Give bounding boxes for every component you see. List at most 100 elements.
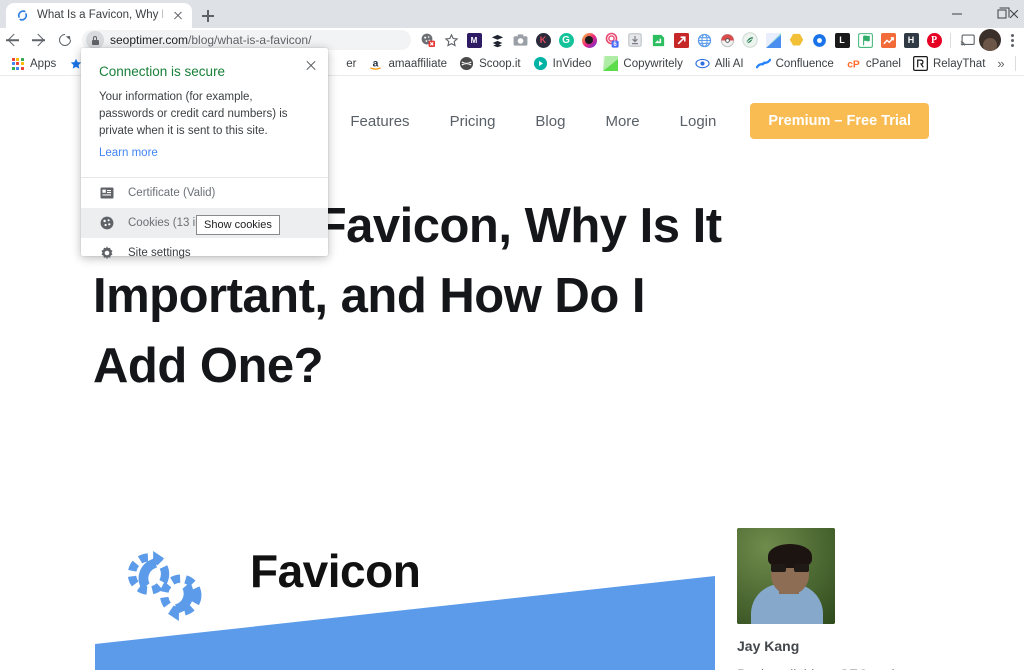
scoopit-icon <box>459 56 474 71</box>
back-button[interactable] <box>0 28 26 52</box>
alliai-icon <box>695 56 710 71</box>
show-cookies-tooltip: Show cookies <box>196 215 280 235</box>
bookmark-item-copywritely[interactable]: Copywritely <box>597 53 688 75</box>
bookmark-item-confluence[interactable]: Confluence <box>750 53 840 75</box>
cookie-editor-extension-icon[interactable] <box>417 29 439 51</box>
bookmarks-overflow-button[interactable]: » <box>991 56 1010 71</box>
instagram-extension-icon[interactable] <box>578 29 600 51</box>
tab-strip: What Is a Favicon, Why Is It Impo <box>0 0 1024 28</box>
bookmark-label: amaaffiliate <box>388 57 448 70</box>
bookmark-item-invideo[interactable]: InVideo <box>527 53 598 75</box>
close-popup-icon[interactable] <box>302 56 320 74</box>
hubspot-extension-icon[interactable]: H <box>900 29 922 51</box>
honey-extension-icon[interactable] <box>785 29 807 51</box>
flag-extension-icon[interactable] <box>854 29 876 51</box>
tab-title: What Is a Favicon, Why Is It Impo <box>37 9 163 21</box>
premium-free-trial-button[interactable]: Premium – Free Trial <box>750 103 929 139</box>
bookmark-label: er <box>346 57 357 70</box>
seoptimer-gear-icon <box>120 540 212 632</box>
pinterest-extension-icon[interactable]: P <box>923 29 945 51</box>
cast-icon[interactable] <box>956 29 978 51</box>
analytics-extension-icon[interactable] <box>877 29 899 51</box>
reload-button[interactable] <box>52 28 78 52</box>
address-bar[interactable]: seoptimer.com/blog/what-is-a-favicon/ <box>82 30 411 50</box>
cpanel-icon: cP <box>846 56 861 71</box>
seoptimer-icon <box>15 8 30 23</box>
author-card: Jay Kang Putting all things SEO under a … <box>737 528 927 670</box>
url-text: seoptimer.com/blog/what-is-a-favicon/ <box>110 30 311 50</box>
learn-more-link[interactable]: Learn more <box>99 147 158 159</box>
chrome-menu-kebab[interactable] <box>1002 33 1022 47</box>
prism-extension-icon[interactable] <box>762 29 784 51</box>
close-window-button[interactable] <box>1004 0 1024 28</box>
bookmark-label: Scoop.it <box>479 57 521 70</box>
profile-avatar[interactable] <box>979 29 1001 51</box>
apps-grid-icon <box>10 56 25 71</box>
nav-link-more[interactable]: More <box>585 113 659 130</box>
certificate-icon <box>99 185 115 201</box>
bookmark-label: RelayThat <box>932 57 986 70</box>
mega-extension-icon[interactable]: M <box>463 29 485 51</box>
cookies-label: Cookies <box>128 217 170 229</box>
lens-extension-icon[interactable] <box>808 29 830 51</box>
popup-header: Connection is secure Your information (f… <box>81 48 328 161</box>
nav-link-pricing[interactable]: Pricing <box>430 113 516 130</box>
lumen5-extension-icon[interactable]: L <box>831 29 853 51</box>
screenshot-extension-icon[interactable] <box>509 29 531 51</box>
leaf-extension-icon[interactable] <box>739 29 761 51</box>
toolbar-divider <box>950 32 951 48</box>
globe-extension-icon[interactable] <box>693 29 715 51</box>
buffer-extension-icon[interactable] <box>486 29 508 51</box>
kartra-extension-icon[interactable]: K <box>532 29 554 51</box>
relaythat-icon <box>913 56 928 71</box>
lock-icon[interactable] <box>86 31 104 49</box>
favicon-hero-graphic: Favicon <box>95 522 715 670</box>
popup-item-label: Certificate (Valid) <box>128 187 215 199</box>
download-extension-icon[interactable] <box>624 29 646 51</box>
copywritely-icon <box>603 56 619 71</box>
nav-link-blog[interactable]: Blog <box>515 113 585 130</box>
evernote-webclipper-extension-icon[interactable] <box>647 29 669 51</box>
growth-extension-icon[interactable] <box>670 29 692 51</box>
popup-body-text: Your information (for example, passwords… <box>99 91 288 137</box>
bookmarks-divider <box>1014 56 1016 71</box>
bookmark-apps[interactable]: Apps <box>4 53 62 75</box>
nav-link-features[interactable]: Features <box>330 113 429 130</box>
url-domain: seoptimer.com <box>110 33 189 47</box>
popup-title: Connection is secure <box>99 64 226 79</box>
popup-item-certificate[interactable]: Certificate (Valid) <box>81 178 328 208</box>
author-bio: Putting all things SEO under a microscop… <box>737 664 927 670</box>
new-tab-button[interactable] <box>196 4 220 28</box>
bookmark-item-cpanel[interactable]: cP cPanel <box>840 53 907 75</box>
seoptimer-extension-icon[interactable]: 6 <box>601 29 623 51</box>
cookie-icon <box>99 215 115 231</box>
author-name: Jay Kang <box>737 638 800 654</box>
forward-button[interactable] <box>26 28 52 52</box>
author-photo <box>737 528 835 624</box>
bookmark-item-amaaffiliate[interactable]: a amaaffiliate <box>362 53 453 75</box>
bookmark-item-alliai[interactable]: Alli AI <box>689 53 750 75</box>
other-bookmarks-folder[interactable]: Other bookmark <box>1020 53 1024 75</box>
close-tab-icon[interactable] <box>170 8 186 24</box>
pokeball-extension-icon[interactable] <box>716 29 738 51</box>
certificate-label: Certificate <box>128 187 180 199</box>
bookmark-label: Alli AI <box>714 57 744 70</box>
bookmark-label: Confluence <box>775 57 834 70</box>
bookmark-star-icon[interactable] <box>440 33 462 48</box>
browser-tab[interactable]: What Is a Favicon, Why Is It Impo <box>6 3 192 28</box>
svg-text:cP: cP <box>847 59 860 70</box>
grammarly-extension-icon[interactable]: G <box>555 29 577 51</box>
gear-icon <box>99 245 115 261</box>
amazon-icon: a <box>368 56 383 71</box>
bookmark-label: InVideo <box>552 57 592 70</box>
bookmark-item-scoopit[interactable]: Scoop.it <box>453 53 527 75</box>
nav-link-login[interactable]: Login <box>660 113 737 130</box>
url-path: /blog/what-is-a-favicon/ <box>188 33 312 47</box>
bookmark-apps-label: Apps <box>30 57 57 70</box>
bookmark-label: cPanel <box>865 57 901 70</box>
minimize-button[interactable] <box>934 0 979 28</box>
browser-window: What Is a Favicon, Why Is It Impo seopti… <box>0 0 1024 670</box>
popup-item-site-settings[interactable]: Site settings <box>81 238 328 268</box>
bookmark-item-relaythat[interactable]: RelayThat <box>907 53 991 75</box>
bookmark-label: Copywritely <box>623 57 683 70</box>
